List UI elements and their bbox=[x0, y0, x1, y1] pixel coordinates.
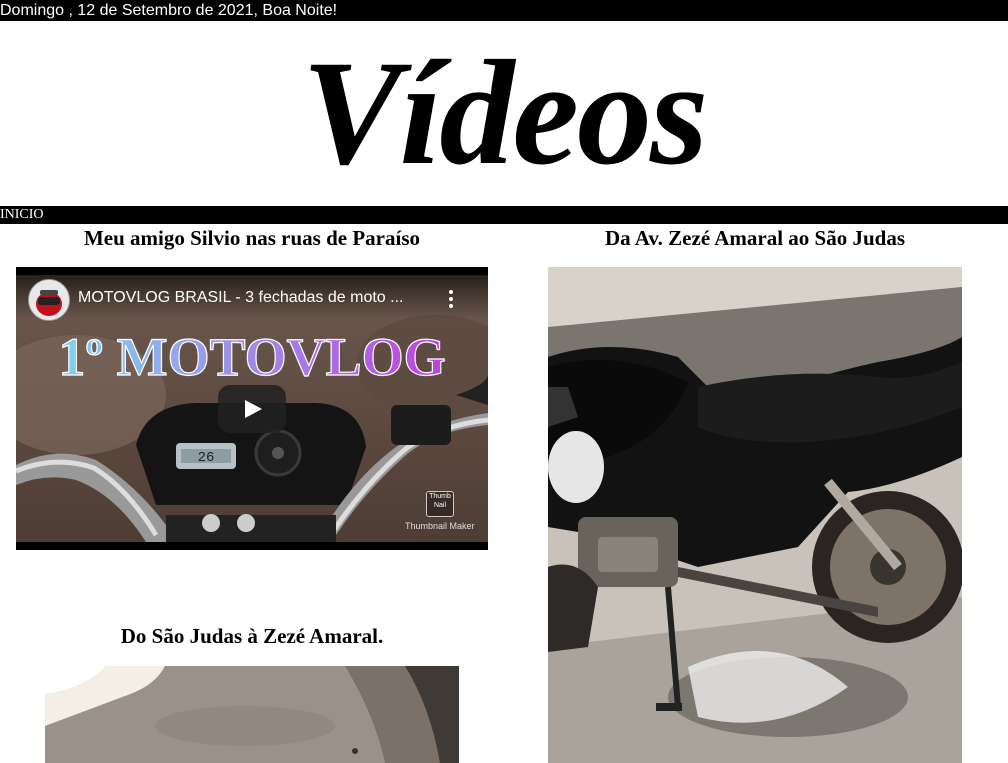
thumbnail-maker-logo: Thumb Nail bbox=[426, 491, 454, 517]
video-3-thumbnail[interactable] bbox=[45, 666, 459, 763]
video-title-1: Meu amigo Silvio nas ruas de Paraíso bbox=[83, 226, 420, 250]
date-greeting-text: Domingo , 12 de Setembro de 2021, Boa No… bbox=[0, 2, 338, 19]
video-player-title[interactable]: MOTOVLOG BRASIL - 3 fechadas de moto ... bbox=[78, 287, 438, 309]
more-vert-icon[interactable] bbox=[444, 287, 458, 309]
nav-link-inicio[interactable]: INICIO bbox=[0, 206, 44, 224]
play-icon[interactable] bbox=[218, 385, 286, 433]
youtube-player[interactable]: 1º MOTOVLOG 26 MOTOVLOG BRASIL - 3 fecha… bbox=[16, 267, 488, 550]
channel-avatar[interactable] bbox=[28, 279, 70, 321]
video-2-thumbnail[interactable] bbox=[548, 267, 962, 763]
date-greeting-bar: Domingo , 12 de Setembro de 2021, Boa No… bbox=[0, 0, 1008, 21]
thumbnail-maker-watermark: Thumbnail Maker bbox=[405, 521, 475, 531]
video-title-3: Do São Judas à Zezé Amaral. bbox=[120, 624, 384, 648]
nav-bar: INICIO bbox=[0, 206, 1008, 224]
video-title-2: Da Av. Zezé Amaral ao São Judas bbox=[604, 226, 906, 250]
page-title: Vídeos bbox=[301, 30, 709, 196]
speedometer-readout: 26 bbox=[198, 450, 215, 466]
video-overlay-text: 1º MOTOVLOG bbox=[58, 327, 445, 387]
